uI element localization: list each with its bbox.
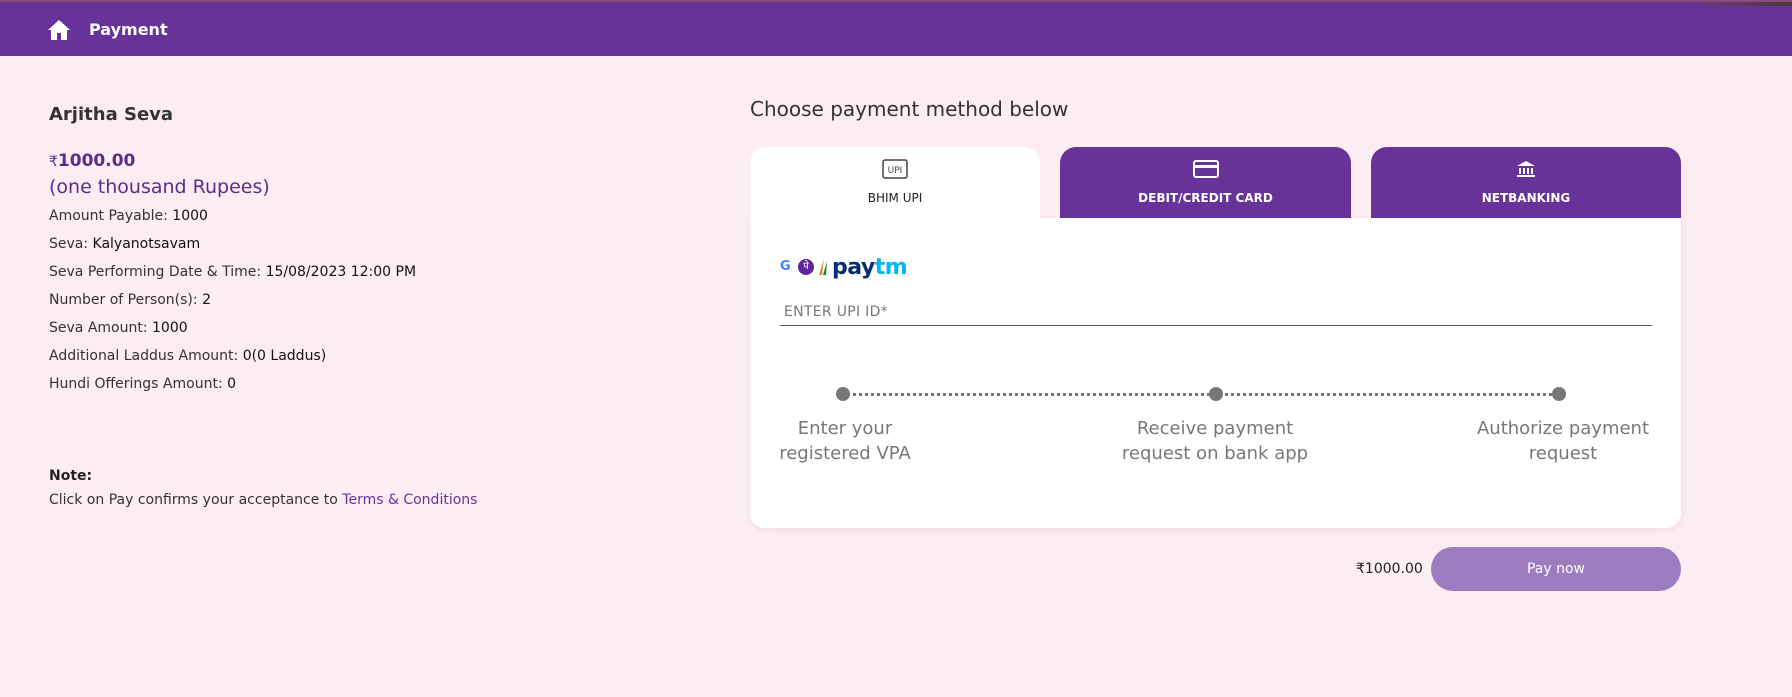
seva-amount: ₹1000.00 — [49, 151, 689, 171]
pay-now-button[interactable]: Pay now — [1431, 547, 1681, 591]
seva-details: Amount Payable: 1000 Seva: Kalyanotsavam… — [49, 202, 689, 398]
seva-summary: Arjitha Seva ₹1000.00 (one thousand Rupe… — [49, 104, 689, 508]
detail-label: Additional Laddus Amount: — [49, 348, 243, 364]
total-amount: ₹1000.00 — [1356, 561, 1423, 577]
step-2-text: Receive payment request on bank app — [1095, 416, 1335, 466]
step-dot — [1209, 387, 1223, 401]
detail-seva: Seva: Kalyanotsavam — [49, 230, 689, 258]
detail-value: 0(0 Laddus) — [242, 348, 327, 364]
tab-netbanking[interactable]: NETBANKING — [1371, 147, 1681, 219]
step-line: request — [1528, 443, 1598, 464]
currency-symbol: ₹ — [49, 154, 58, 170]
step-dot — [1552, 387, 1566, 401]
tab-label: NETBANKING — [1481, 191, 1571, 205]
tab-label: DEBIT/CREDIT CARD — [1138, 191, 1273, 205]
google-pay-icon: G — [780, 259, 791, 274]
detail-label: Seva Performing Date & Time: — [49, 264, 266, 280]
detail-label: Seva: — [49, 236, 93, 252]
paytm-logo: paytm — [832, 254, 908, 280]
detail-persons: Number of Person(s): 2 — [49, 286, 689, 314]
paytm-logo-part: pay — [832, 254, 875, 280]
step-line: request on bank app — [1121, 443, 1309, 464]
note-text: Click on Pay confirms your acceptance to… — [49, 492, 477, 508]
upi-icon: UPI — [882, 159, 908, 179]
step-1-text: Enter your registered VPA — [760, 416, 930, 466]
home-icon[interactable] — [47, 19, 71, 41]
detail-label: Amount Payable: — [49, 208, 173, 224]
upi-app-logos: G पे paytm — [780, 254, 908, 280]
note-body: Click on Pay confirms your acceptance to — [49, 492, 343, 508]
credit-card-icon — [1192, 160, 1219, 178]
detail-hundi: Hundi Offerings Amount: 0 — [49, 370, 689, 398]
tab-bhim-upi[interactable]: UPI BHIM UPI — [750, 147, 1040, 219]
detail-label: Hundi Offerings Amount: — [49, 376, 228, 392]
tab-label: BHIM UPI — [867, 191, 923, 205]
top-app-bar: Payment — [0, 0, 1792, 56]
detail-value: 1000 — [152, 320, 188, 336]
upi-icon-text: UPI — [888, 166, 903, 176]
terms-link[interactable]: Terms & Conditions — [342, 492, 477, 508]
payment-heading: Choose payment method below — [750, 97, 1069, 121]
step-line: registered VPA — [779, 443, 911, 464]
note-label: Note: — [49, 468, 93, 484]
detail-value: 0 — [227, 376, 237, 392]
seva-title: Arjitha Seva — [49, 104, 174, 125]
bank-icon — [1517, 161, 1535, 177]
detail-seva-amount: Seva Amount: 1000 — [49, 314, 689, 342]
upi-id-input[interactable] — [780, 298, 1652, 326]
step-dot — [836, 387, 850, 401]
amount-value: 1000.00 — [57, 151, 136, 171]
step-line: Receive payment — [1136, 418, 1294, 439]
detail-value: 2 — [202, 292, 211, 308]
detail-date-time: Seva Performing Date & Time: 15/08/2023 … — [49, 258, 689, 286]
step-3-text: Authorize payment request — [1468, 416, 1658, 466]
detail-label: Number of Person(s): — [49, 292, 203, 308]
detail-label: Seva Amount: — [49, 320, 152, 336]
detail-laddus: Additional Laddus Amount: 0(0 Laddus) — [49, 342, 689, 370]
bhim-icon — [819, 259, 827, 275]
step-line: Enter your — [797, 418, 893, 439]
page-title: Payment — [89, 20, 168, 39]
tab-debit-credit-card[interactable]: DEBIT/CREDIT CARD — [1060, 147, 1351, 219]
paytm-logo-part: tm — [874, 254, 908, 280]
corner-image — [1702, 2, 1792, 6]
steps-connector — [842, 393, 1558, 396]
detail-value: 1000 — [172, 208, 208, 224]
detail-value: 15/08/2023 12:00 PM — [265, 264, 417, 280]
detail-amount-payable: Amount Payable: 1000 — [49, 202, 689, 230]
upi-panel: G पे paytm Enter your registered VPA Rec… — [750, 218, 1681, 528]
step-line: Authorize payment — [1476, 418, 1650, 439]
detail-value: Kalyanotsavam — [92, 236, 201, 252]
phonepe-icon: पे — [798, 259, 814, 275]
amount-in-words: (one thousand Rupees) — [49, 176, 270, 198]
